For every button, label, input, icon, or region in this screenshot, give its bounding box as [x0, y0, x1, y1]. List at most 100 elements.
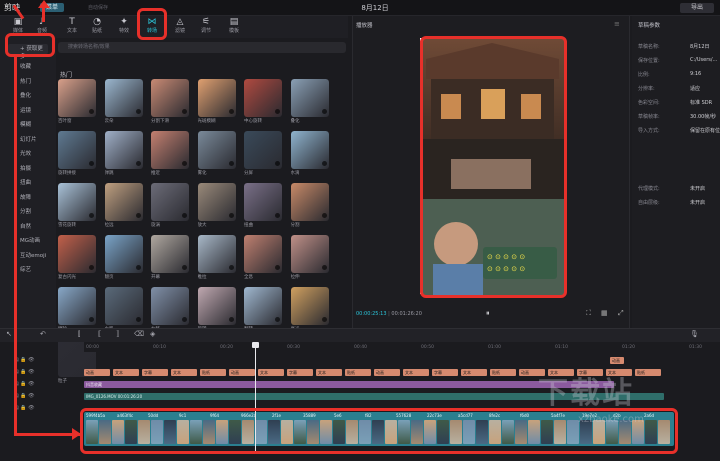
- undo-icon[interactable]: ↶: [40, 330, 46, 338]
- transition-thumbnail[interactable]: 左移: [104, 287, 143, 332]
- sidebar-item[interactable]: 分割: [20, 207, 31, 217]
- download-icon[interactable]: [182, 109, 187, 114]
- sidebar-item[interactable]: 收藏: [20, 62, 31, 72]
- text-clip[interactable]: 文本: [171, 369, 197, 376]
- download-icon[interactable]: [89, 317, 94, 322]
- text-clip[interactable]: 动画: [84, 369, 110, 376]
- sidebar-item[interactable]: 扭曲: [20, 178, 31, 188]
- audio-track[interactable]: 抖音收藏: [84, 381, 614, 388]
- download-icon[interactable]: [135, 213, 141, 218]
- transition-thumbnail[interactable]: 拉远: [104, 183, 143, 228]
- download-icon[interactable]: [135, 317, 141, 322]
- text-clip[interactable]: 贴纸: [490, 369, 516, 376]
- text-clip[interactable]: 动画: [610, 357, 624, 364]
- transition-thumbnail[interactable]: 弹跳: [104, 131, 143, 176]
- transition-thumbnail[interactable]: 翻转: [244, 287, 282, 332]
- split-left-icon[interactable]: ⟦: [98, 330, 101, 338]
- tab-6[interactable]: ◬ 滤镜: [168, 16, 192, 38]
- text-clip[interactable]: 文本: [258, 369, 284, 376]
- transition-thumbnail[interactable]: 放大: [197, 183, 236, 228]
- sidebar-item[interactable]: 热门: [20, 77, 31, 87]
- download-icon[interactable]: [228, 161, 234, 166]
- download-icon[interactable]: [89, 213, 94, 218]
- download-icon[interactable]: [228, 213, 234, 218]
- download-icon[interactable]: [275, 265, 280, 270]
- sidebar-item[interactable]: 自然: [20, 222, 31, 232]
- split-right-icon[interactable]: ⟧: [116, 330, 119, 338]
- transition-thumbnail[interactable]: 雪花旋转: [58, 183, 96, 228]
- sidebar-item[interactable]: 模糊: [20, 120, 31, 130]
- text-clip[interactable]: 动画: [374, 369, 400, 376]
- transition-thumbnail[interactable]: 推近: [151, 131, 189, 176]
- text-clip[interactable]: 字幕: [287, 369, 313, 376]
- download-icon[interactable]: [275, 161, 280, 166]
- transition-thumbnail[interactable]: 分割: [290, 183, 329, 228]
- sidebar-item[interactable]: 幻灯片: [20, 135, 37, 145]
- download-icon[interactable]: [182, 317, 187, 322]
- tab-3[interactable]: ◔ 贴纸: [85, 16, 109, 38]
- sidebar-item[interactable]: 拍摄: [20, 164, 31, 174]
- download-icon[interactable]: [275, 109, 280, 114]
- transition-thumbnail[interactable]: 亮光: [290, 287, 329, 332]
- text-clip[interactable]: 文本: [316, 369, 342, 376]
- expand-icon[interactable]: ⤢: [618, 309, 624, 318]
- cursor-icon[interactable]: ↖: [6, 330, 12, 338]
- download-icon[interactable]: [135, 161, 141, 166]
- text-clip[interactable]: 贴纸: [635, 369, 661, 376]
- sidebar-item[interactable]: 运镜: [20, 106, 31, 116]
- shield-icon[interactable]: ◈: [150, 330, 155, 338]
- transition-thumbnail[interactable]: 水滴: [290, 131, 329, 176]
- playhead-handle[interactable]: [252, 342, 259, 348]
- tab-4[interactable]: ✦ 特效: [112, 16, 136, 38]
- delete-icon[interactable]: ⌫: [134, 330, 144, 338]
- transition-thumbnail[interactable]: 旋转拼接: [58, 131, 96, 176]
- track-controls[interactable]: ▤ 🔒 👁: [14, 357, 34, 363]
- download-icon[interactable]: [275, 317, 280, 322]
- track-controls[interactable]: ▤ 🔒 👁: [14, 405, 34, 411]
- text-clip[interactable]: 贴纸: [345, 369, 371, 376]
- text-clip[interactable]: 字幕: [432, 369, 458, 376]
- text-clip[interactable]: 文本: [403, 369, 429, 376]
- transition-thumbnail[interactable]: 全息: [244, 235, 282, 280]
- download-icon[interactable]: [321, 265, 327, 270]
- sidebar-item[interactable]: 综艺: [20, 265, 31, 275]
- download-icon[interactable]: [182, 161, 187, 166]
- sidebar-item[interactable]: 光效: [20, 149, 31, 159]
- microphone-icon[interactable]: 🎙: [690, 330, 699, 338]
- track-controls[interactable]: ▤ 🔒 👁: [14, 393, 34, 399]
- transition-thumbnail[interactable]: 旋涡: [151, 183, 189, 228]
- download-icon[interactable]: [135, 109, 141, 114]
- download-icon[interactable]: [135, 265, 141, 270]
- menu-icon[interactable]: ≡: [614, 20, 620, 28]
- ratio-icon[interactable]: ▦: [601, 309, 608, 317]
- transition-thumbnail[interactable]: 翻页: [104, 235, 143, 280]
- tab-8[interactable]: ▤ 模板: [222, 16, 246, 38]
- sidebar-item[interactable]: MG动画: [20, 236, 40, 246]
- transition-thumbnail[interactable]: 开幕: [151, 235, 189, 280]
- tab-7[interactable]: ⚟ 调节: [194, 16, 218, 38]
- transition-thumbnail[interactable]: 雾化: [197, 131, 236, 176]
- transition-thumbnail[interactable]: 分割下滑: [151, 79, 189, 124]
- transition-thumbnail[interactable]: 推拉: [197, 235, 236, 280]
- pause-button[interactable]: ⏸: [486, 309, 490, 318]
- download-icon[interactable]: [321, 161, 327, 166]
- tab-2[interactable]: T 文本: [60, 16, 84, 38]
- export-button[interactable]: 导出: [680, 3, 714, 13]
- download-icon[interactable]: [321, 317, 327, 322]
- fullscreen-icon[interactable]: ⛶: [586, 309, 591, 318]
- sidebar-item[interactable]: 故障: [20, 193, 31, 203]
- split-icon[interactable]: ⫿: [78, 330, 80, 339]
- text-clip[interactable]: 文本: [461, 369, 487, 376]
- download-icon[interactable]: [89, 265, 94, 270]
- transition-thumbnail[interactable]: 旋转: [197, 287, 236, 332]
- sidebar-item[interactable]: 互动emoji: [20, 251, 46, 261]
- transition-thumbnail[interactable]: 擦除: [58, 287, 96, 332]
- transition-thumbnail[interactable]: 中心旋转: [244, 79, 282, 124]
- download-icon[interactable]: [228, 109, 234, 114]
- transition-thumbnail[interactable]: 右移: [151, 287, 189, 332]
- transition-thumbnail[interactable]: 扭曲: [244, 183, 282, 228]
- download-icon[interactable]: [275, 213, 280, 218]
- transition-thumbnail[interactable]: 复古闪光: [58, 235, 96, 280]
- track-controls[interactable]: ▤ 🔒 👁: [14, 381, 34, 387]
- download-icon[interactable]: [228, 265, 234, 270]
